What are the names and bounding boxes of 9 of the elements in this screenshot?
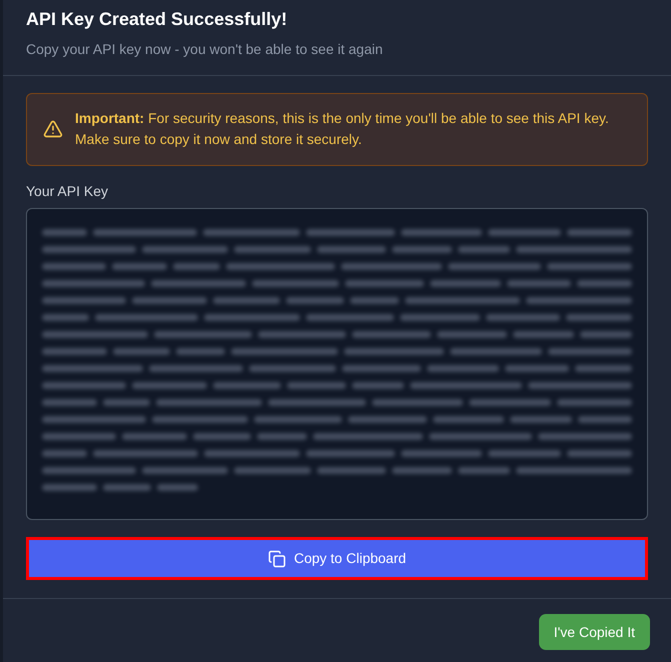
api-key-label: Your API Key [26, 182, 109, 201]
warning-text: Important: For security reasons, this is the only time you'll be able to see this API key. Make sure to copy it now and store it securely. [75, 109, 610, 149]
dialog-title: API Key Created Successfully! [26, 8, 288, 31]
copy-icon [268, 550, 286, 568]
copy-to-clipboard-button[interactable]: Copy to Clipboard [26, 537, 648, 580]
warning-icon [43, 119, 63, 139]
api-key-field[interactable] [26, 208, 648, 520]
confirm-button[interactable]: I've Copied It [538, 614, 650, 650]
dialog-subtitle: Copy your API key now - you won't be able to see it again [26, 40, 384, 59]
